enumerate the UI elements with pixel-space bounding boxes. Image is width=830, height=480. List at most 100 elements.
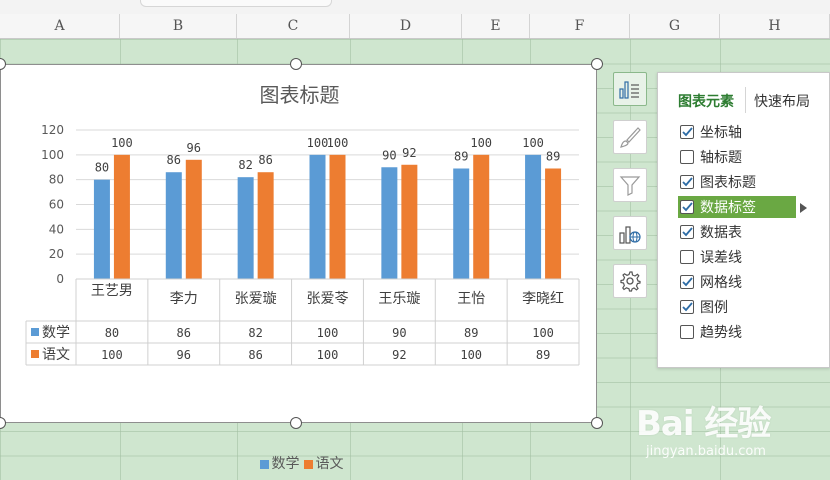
resize-handle-top-right[interactable] — [591, 58, 603, 70]
brush-style-icon — [620, 127, 641, 148]
column-header-a[interactable]: A — [0, 14, 120, 38]
table-cell-value: 89 — [464, 326, 478, 340]
data-label: 96 — [187, 141, 201, 155]
column-header-g[interactable]: G — [630, 14, 720, 38]
chart-style-button[interactable] — [613, 120, 647, 154]
table-cell-value: 89 — [536, 348, 550, 362]
checkbox[interactable] — [680, 275, 694, 289]
watermark-url: jingyan.baidu.com — [646, 444, 766, 459]
option-label: 图例 — [700, 300, 728, 316]
tab-divider — [745, 87, 746, 113]
resize-handle-bottom-right[interactable] — [591, 417, 603, 429]
chart-plot-area[interactable]: 0204060801001208086 8210090 89100100 968610… — [1, 65, 598, 424]
bar-math — [165, 172, 182, 279]
table-cell-value: 92 — [392, 348, 406, 362]
chart-element-option[interactable]: 轴标题 — [680, 146, 830, 168]
option-label: 网格线 — [700, 275, 742, 291]
category-label: 王怡 — [457, 291, 485, 307]
option-label: 图表标题 — [700, 175, 756, 191]
category-label: 张爱璇 — [235, 291, 277, 307]
option-label: 数据表 — [700, 225, 742, 241]
table-legend-key — [31, 350, 39, 358]
data-label: 90 — [382, 148, 396, 162]
column-header-f[interactable]: F — [530, 14, 630, 38]
chart-element-option[interactable]: 数据标签 — [678, 196, 796, 218]
table-cell-value: 86 — [248, 348, 262, 362]
tab-chart-elements[interactable]: 图表元素 — [678, 91, 734, 111]
column-header-b[interactable]: B — [120, 14, 237, 38]
data-label: 89 — [546, 149, 560, 163]
data-label: 92 — [402, 146, 416, 160]
checkbox[interactable] — [680, 200, 694, 214]
checkmark-icon — [681, 202, 693, 212]
chart-element-option[interactable]: 图例 — [680, 296, 830, 318]
chart-element-option[interactable]: 数据表 — [680, 221, 830, 243]
checkmark-icon — [681, 227, 693, 237]
checkbox[interactable] — [680, 225, 694, 239]
table-cell-value: 82 — [248, 326, 262, 340]
chart-elements-button[interactable] — [613, 72, 647, 106]
column-header-c[interactable]: C — [237, 14, 350, 38]
bar-chinese — [113, 154, 130, 279]
chart-element-option[interactable]: 网格线 — [680, 271, 830, 293]
category-label: 李晓红 — [522, 291, 564, 307]
data-label: 100 — [327, 136, 349, 150]
category-label: 张爱苓 — [307, 290, 349, 307]
legend-swatch — [303, 459, 313, 469]
checkbox[interactable] — [680, 150, 694, 164]
chart-online-icon — [619, 226, 641, 244]
legend-entry-label[interactable]: 语文 — [316, 456, 344, 472]
chart-element-option[interactable]: 图表标题 — [680, 171, 830, 193]
bar-chinese — [473, 154, 490, 279]
bar-math — [309, 154, 326, 279]
chart-object[interactable]: 图表标题 0 20 40 60 80 100 120 80 86 82 100 90 89 100 100 9… — [0, 64, 598, 472]
option-label: 数据标签 — [700, 200, 756, 216]
category-label: 王乐璇 — [378, 291, 420, 307]
table-cell-value: 86 — [177, 326, 191, 340]
category-label: 王艺男 — [91, 283, 133, 299]
data-label: 100 — [470, 136, 492, 150]
table-cell-value: 100 — [101, 348, 123, 362]
legend-entry-label[interactable]: 数学 — [272, 456, 300, 472]
resize-handle-bottom[interactable] — [290, 417, 302, 429]
legend-swatch — [259, 459, 269, 469]
bar-chinese — [545, 168, 562, 279]
checkbox[interactable] — [680, 125, 694, 139]
checkbox[interactable] — [680, 175, 694, 189]
chart-element-option[interactable]: 误差线 — [680, 246, 830, 268]
bar-math — [525, 154, 542, 279]
tab-quick-layout[interactable]: 快速布局 — [754, 91, 810, 111]
column-header-h[interactable]: H — [720, 14, 830, 38]
data-label: 86 — [258, 153, 272, 167]
column-header-d[interactable]: D — [350, 14, 462, 38]
data-label: 82 — [238, 158, 252, 172]
checkbox[interactable] — [680, 300, 694, 314]
chart-element-option[interactable]: 趋势线 — [680, 321, 830, 343]
chart-elements-icon — [619, 81, 639, 99]
checkbox[interactable] — [680, 250, 694, 264]
table-series-name: 语文 — [42, 347, 70, 363]
category-label: 李力 — [170, 291, 198, 307]
y-tick-label: 100 — [41, 148, 64, 162]
bar-math — [381, 167, 398, 279]
checkmark-icon — [681, 177, 693, 187]
checkbox[interactable] — [680, 325, 694, 339]
option-label: 坐标轴 — [700, 125, 742, 141]
filter-icon — [619, 176, 641, 196]
checkmark-icon — [681, 127, 693, 137]
window-top-bar — [0, 0, 830, 15]
chart-legend[interactable]: 数学 语文 — [1, 453, 598, 473]
online-chart-button[interactable] — [613, 216, 647, 250]
chart-elements-panel: 图表元素 快速布局 坐标轴轴标题图表标题数据标签数据表误差线网格线图例趋势线 — [657, 72, 830, 368]
submenu-arrow-icon[interactable] — [800, 203, 807, 213]
chart-filter-button[interactable] — [613, 168, 647, 202]
chart-settings-button[interactable] — [613, 264, 647, 298]
option-label: 轴标题 — [700, 150, 742, 166]
settings-gear-icon — [620, 271, 641, 292]
column-header-e[interactable]: E — [462, 14, 530, 38]
resize-handle-top[interactable] — [290, 58, 302, 70]
baidu-watermark: Bai 经验 jingyan.baidu.com — [636, 388, 826, 468]
table-cell-value: 96 — [177, 348, 191, 362]
chart-element-option[interactable]: 坐标轴 — [680, 121, 830, 143]
data-label: 80 — [95, 161, 109, 175]
